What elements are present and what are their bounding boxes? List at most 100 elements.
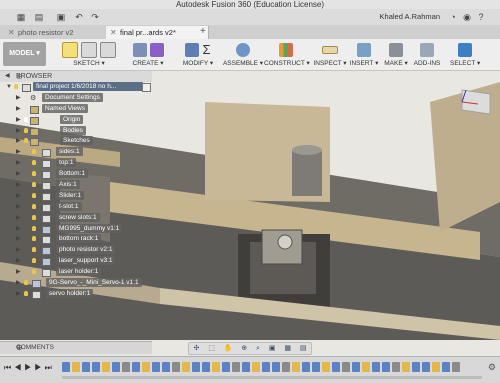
extrude-icon[interactable] [132,43,147,57]
expand-arrow-icon[interactable]: ▶ [16,136,22,146]
form-icon[interactable] [149,43,164,57]
timeline-feature[interactable] [372,362,380,372]
notifications-icon[interactable]: ◉ [462,12,472,22]
visibility-bulb-icon[interactable] [32,247,36,253]
inspect-group[interactable]: INSPECT ▾ [310,41,350,69]
pan-icon[interactable]: ✋ [224,344,233,354]
tree-item-mg995-dummy[interactable]: ▶ MG995_dummy v1:1 [2,223,152,235]
timeline-feature[interactable] [202,362,210,372]
user-account[interactable]: Khaled A.Rahman [380,12,440,22]
timeline-feature[interactable] [312,362,320,372]
visibility-bulb-icon[interactable] [32,171,36,177]
canvas-viewport[interactable]: ▼ final project 1/6/2018 no h... ▶ ⚙ Doc… [0,82,500,340]
timeline-feature[interactable] [152,362,160,372]
visibility-bulb-icon[interactable] [24,127,28,133]
timeline-feature[interactable] [102,362,110,372]
tree-item-servo-holder[interactable]: ▶ servo holder:1 [2,288,152,300]
close-tab-icon[interactable]: ✕ [110,26,117,39]
timeline-feature[interactable] [172,362,180,372]
zoom-icon[interactable]: ⊕ [241,344,247,354]
visibility-bulb-icon[interactable] [32,214,36,220]
file-menu-icon[interactable]: ▤ [34,12,44,22]
add-ins-group[interactable]: ADD-INS [412,41,442,69]
expand-arrow-icon[interactable]: ▶ [16,180,22,190]
expand-arrow-icon[interactable]: ▶ [16,93,22,103]
3d-print-icon[interactable] [389,43,403,57]
close-panel-icon[interactable]: ⊖ [16,71,149,82]
sketch-icon[interactable] [62,42,78,58]
expand-arrow-icon[interactable]: ▶ [16,213,22,223]
expand-arrow-icon[interactable]: ▶ [16,126,22,136]
press-pull-icon[interactable] [185,43,200,57]
tree-item-t-slot[interactable]: ▶ t-slot:1 [2,201,152,213]
expand-arrow-icon[interactable]: ▶ [16,191,22,201]
timeline-feature[interactable] [382,362,390,372]
grid-settings-icon[interactable]: ▦ [284,344,291,354]
visibility-bulb-icon[interactable] [24,290,28,296]
timeline-feature[interactable] [242,362,250,372]
visibility-bulb-icon[interactable] [32,192,36,198]
timeline-feature[interactable] [162,362,170,372]
viewports-icon[interactable]: ▤ [300,344,307,354]
timeline-feature[interactable] [132,362,140,372]
timeline-feature[interactable] [62,362,70,372]
tab-photo-resistor[interactable]: ✕ photo resistor v2 [4,26,111,39]
visibility-bulb-icon[interactable] [32,269,36,275]
timeline-feature[interactable] [302,362,310,372]
tree-item-bottom-rack[interactable]: ▶ bottom rack:1 [2,234,152,245]
timeline-feature[interactable] [142,362,150,372]
timeline-feature[interactable] [222,362,230,372]
sketch-group[interactable]: SKETCH ▾ [60,41,118,69]
visibility-bulb-icon[interactable] [32,225,36,231]
job-status-icon[interactable]: ◔ [448,12,458,22]
timeline-feature[interactable] [122,362,130,372]
select-group[interactable]: SELECT ▾ [450,41,480,69]
timeline-feature[interactable] [422,362,430,372]
timeline-feature[interactable] [392,362,400,372]
display-settings-icon[interactable]: ▣ [269,344,276,354]
expand-arrow-icon[interactable]: ▶ [16,224,22,234]
collapse-arrow-icon[interactable]: ◀ [5,71,10,82]
timeline-feature[interactable] [252,362,260,372]
new-tab-icon[interactable]: + [200,25,206,39]
tree-item-document-settings[interactable]: ▶ ⚙ Document Settings [2,92,152,104]
timeline-feature[interactable] [272,362,280,372]
finish-sketch-icon[interactable] [100,42,116,58]
expand-arrow-icon[interactable]: ▶ [16,267,22,277]
timeline-feature[interactable] [262,362,270,372]
expand-arrow-icon[interactable]: ▶ [16,278,22,288]
tree-item-photo-resistor[interactable]: ▶ photo resistor v2:1 [2,245,152,256]
expand-arrow-icon[interactable]: ▶ [16,158,22,168]
sigma-icon[interactable]: Σ [202,43,210,57]
redo-icon[interactable]: ↷ [90,12,100,22]
tree-item-sides[interactable]: ▶ sides:1 [2,147,152,158]
timeline-feature[interactable] [352,362,360,372]
tree-item-laser-support[interactable]: ▶ laser_support v3:1 [2,256,152,267]
tree-root[interactable]: ▼ final project 1/6/2018 no h... [2,82,152,93]
expand-comments-icon[interactable]: ⊕ [16,342,148,354]
expand-arrow-icon[interactable]: ▶ [16,147,22,157]
tree-item-top[interactable]: ▶ top:1 [2,158,152,169]
visibility-bulb-icon[interactable] [24,138,28,144]
assemble-group[interactable]: ASSEMBLE ▾ [222,41,264,69]
timeline-settings-gear-icon[interactable]: ⚙ [488,362,496,373]
save-icon[interactable]: ▣ [56,12,66,22]
timeline-feature[interactable] [82,362,90,372]
expand-arrow-icon[interactable]: ▶ [16,234,22,244]
workspace-switcher[interactable]: MODEL ▾ [3,42,46,66]
expand-arrow-icon[interactable]: ▼ [6,82,12,92]
view-cube[interactable] [461,89,491,115]
construct-group[interactable]: CONSTRUCT ▾ [264,41,310,69]
visibility-bulb-icon[interactable] [32,236,36,242]
visibility-bulb-icon[interactable] [32,160,36,166]
tree-item-named-views[interactable]: ▶ Named Views [2,103,152,115]
visibility-bulb-icon[interactable] [24,280,28,286]
tree-item-slider[interactable]: ▶ Slider:1 [2,190,152,202]
timeline-feature[interactable] [112,362,120,372]
timeline-feature[interactable] [72,362,80,372]
select-cursor-icon[interactable] [458,43,472,57]
zoom-window-icon[interactable]: ⌕ [256,344,260,354]
tree-item-laser-holder[interactable]: ▶ laser holder:1 [2,267,152,278]
expand-arrow-icon[interactable]: ▶ [16,115,22,125]
tree-item-bottom[interactable]: ▶ Bottom:1 [2,169,152,180]
